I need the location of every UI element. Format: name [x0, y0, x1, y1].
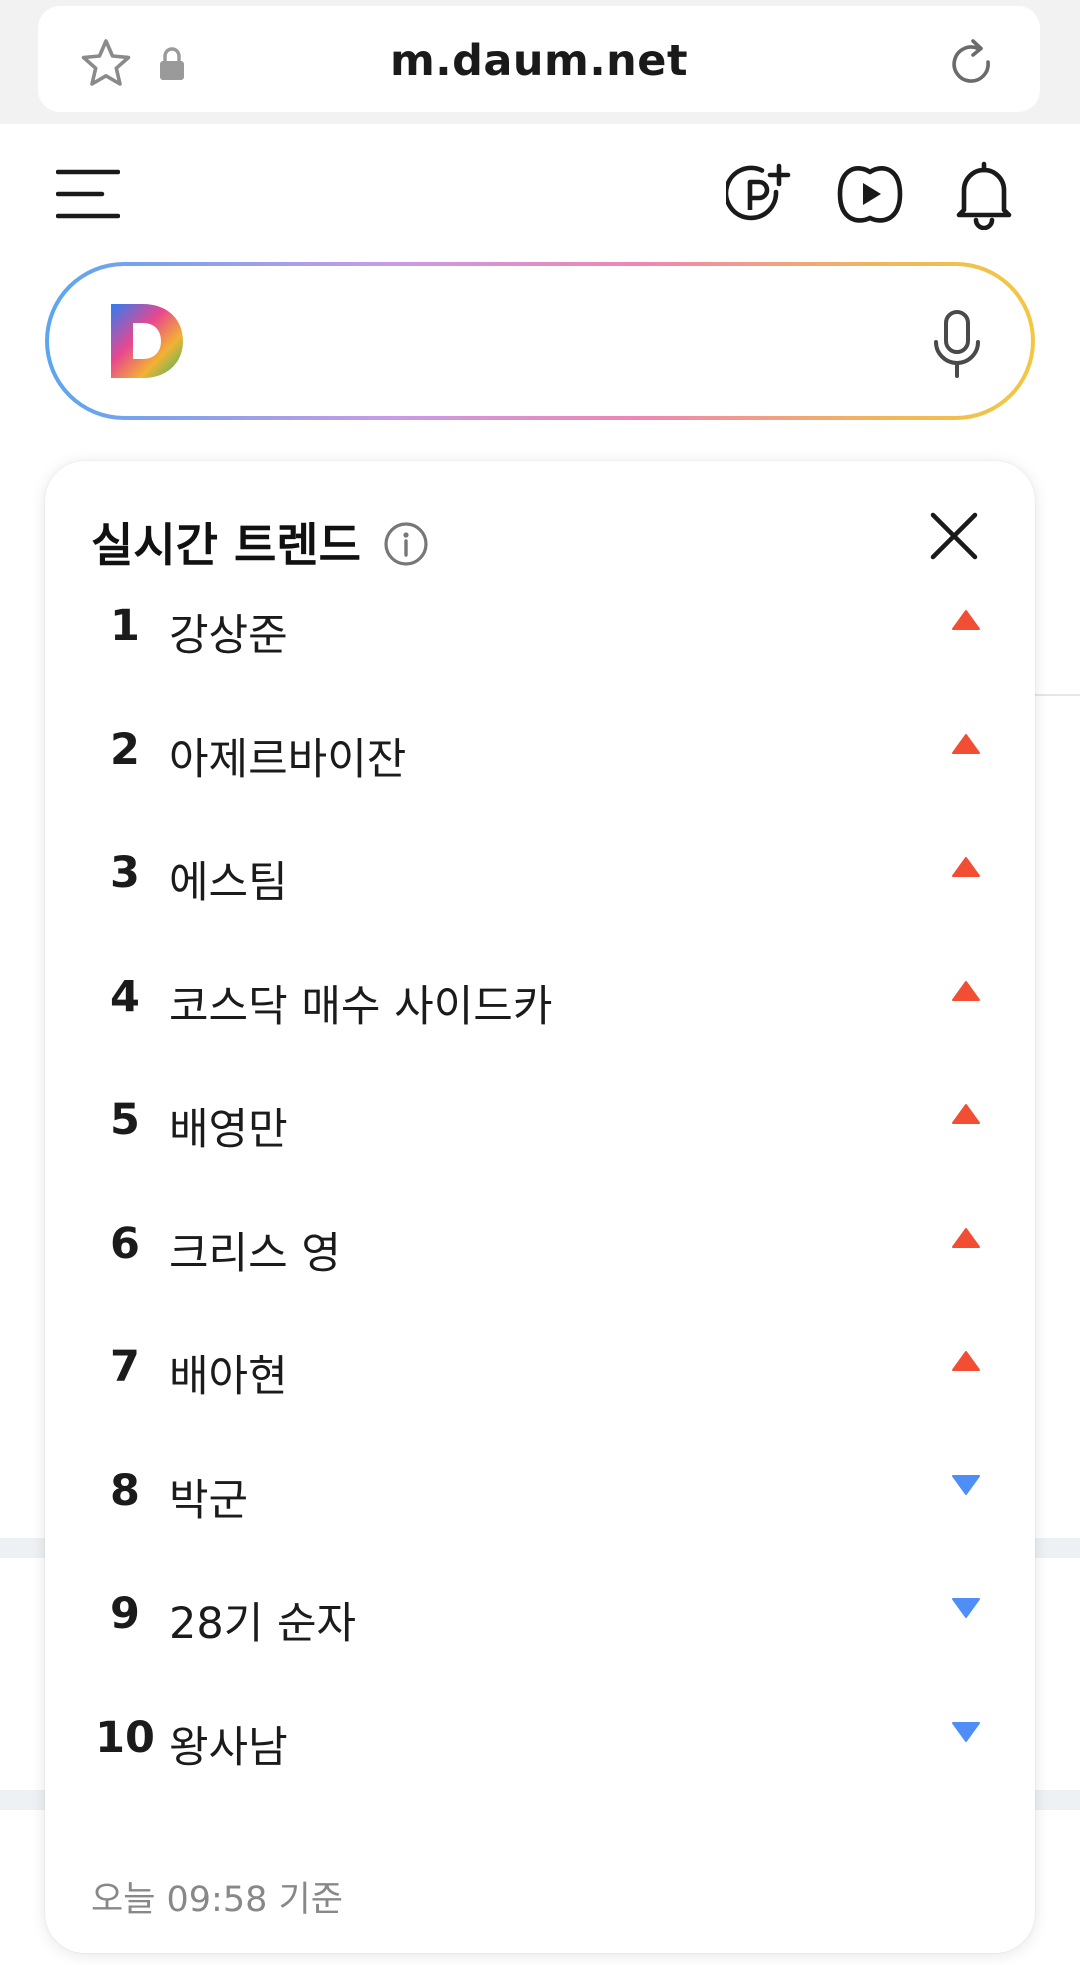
trend-keyword[interactable]: 배아현	[169, 1342, 288, 1404]
trend-item[interactable]: 10 왕사남	[45, 1673, 1035, 1797]
trend-item[interactable]: 8 박군	[45, 1426, 1035, 1550]
page: m.daum.net 실시간 트렌드 1 강상준 2 아제르바이잔 3 에스팀 …	[0, 0, 1080, 1965]
trend-list: 1 강상준 2 아제르바이잔 3 에스팀 4 코스닥 매수 사이드카 5 배영만 6 크리스 영 7 배아…	[45, 561, 1035, 1796]
trend-keyword[interactable]: 아제르바이잔	[169, 725, 406, 787]
trend-up-icon	[952, 733, 980, 754]
mic-icon[interactable]	[931, 310, 983, 380]
close-icon[interactable]	[927, 509, 981, 563]
trend-item[interactable]: 4 코스닥 매수 사이드카	[45, 932, 1035, 1056]
trend-item[interactable]: 7 배아현	[45, 1302, 1035, 1426]
trend-keyword[interactable]: 강상준	[169, 601, 288, 663]
trend-keyword[interactable]: 배영만	[169, 1095, 288, 1157]
trend-item[interactable]: 6 크리스 영	[45, 1179, 1035, 1303]
search-input[interactable]	[49, 266, 1031, 416]
search-bar[interactable]	[45, 262, 1035, 420]
menu-icon[interactable]	[56, 168, 120, 220]
trend-item[interactable]: 3 에스팀	[45, 808, 1035, 932]
trend-keyword[interactable]: 28기 순자	[169, 1589, 356, 1651]
browser-address-bar: m.daum.net	[0, 0, 1080, 124]
trend-rank: 10	[95, 1712, 155, 1763]
trend-item[interactable]: 5 배영만	[45, 1055, 1035, 1179]
url-field[interactable]: m.daum.net	[38, 6, 1040, 112]
trend-item[interactable]: 1 강상준	[45, 561, 1035, 685]
trend-up-icon	[952, 1104, 980, 1124]
bell-icon[interactable]	[954, 160, 1014, 230]
trend-item[interactable]: 9 28기 순자	[45, 1549, 1035, 1673]
trend-down-icon	[952, 1474, 980, 1495]
trend-up-icon	[952, 857, 980, 877]
trend-up-icon	[952, 980, 980, 1001]
trend-down-icon	[952, 1598, 980, 1618]
trend-keyword[interactable]: 왕사남	[169, 1713, 288, 1775]
trend-rank: 2	[110, 724, 140, 775]
trend-rank: 3	[110, 848, 140, 898]
url-text[interactable]: m.daum.net	[38, 36, 1040, 86]
trend-panel: 실시간 트렌드 1 강상준 2 아제르바이잔 3 에스팀 4 코스닥 매수 사이드카 5 배영만 6…	[45, 461, 1035, 1953]
trend-rank: 9	[110, 1589, 140, 1639]
trend-up-icon	[952, 1351, 980, 1371]
trend-rank: 7	[110, 1342, 140, 1392]
trend-rank: 1	[110, 601, 140, 651]
trend-rank: 5	[110, 1095, 140, 1145]
background-divider	[1030, 694, 1080, 696]
trend-keyword[interactable]: 에스팀	[169, 848, 288, 910]
trend-rank: 8	[110, 1465, 140, 1516]
site-header	[0, 124, 1080, 264]
trend-keyword[interactable]: 박군	[169, 1466, 248, 1528]
trend-item[interactable]: 2 아제르바이잔	[45, 685, 1035, 809]
trend-rank: 6	[110, 1218, 140, 1269]
trend-keyword[interactable]: 코스닥 매수 사이드카	[169, 972, 552, 1034]
trend-keyword[interactable]: 크리스 영	[169, 1219, 341, 1281]
daum-d-logo	[111, 304, 183, 378]
refresh-icon[interactable]	[944, 36, 1000, 92]
trend-down-icon	[952, 1721, 980, 1742]
trend-timestamp: 오늘 09:58 기준	[91, 1880, 343, 1920]
trend-up-icon	[952, 1227, 980, 1248]
tv-play-icon[interactable]	[836, 164, 904, 226]
trend-rank: 4	[110, 971, 140, 1022]
pay-plus-icon[interactable]	[726, 162, 792, 228]
trend-up-icon	[952, 610, 980, 630]
